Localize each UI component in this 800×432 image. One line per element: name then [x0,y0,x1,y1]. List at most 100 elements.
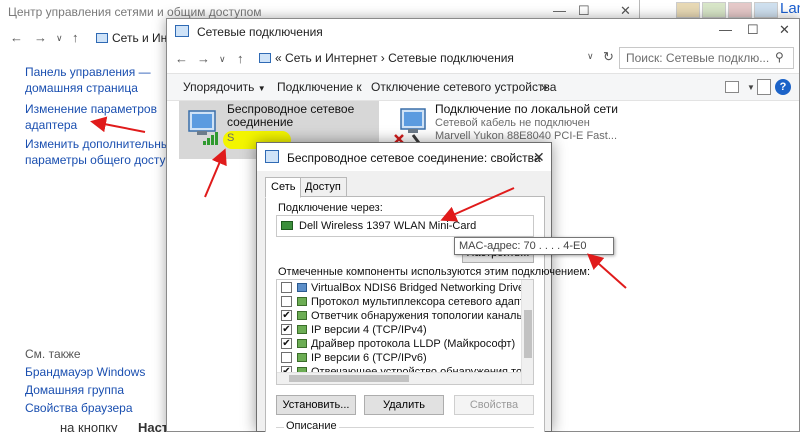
up-arrow-icon[interactable]: ↑ [237,51,244,66]
sidebar-link-adapter-line1[interactable]: Изменение параметров [25,101,157,117]
component-label: Протокол мультиплексора сетевого адаптер… [311,296,533,308]
protocol-icon [297,339,307,348]
landing-link[interactable]: Landing [780,0,800,17]
disable-device-button[interactable]: Отключение сетевого устройства [371,80,556,94]
forward-arrow-icon[interactable]: → [197,51,210,66]
list-item[interactable]: ✔ Драйвер протокола LLDP (Майкрософт) [281,337,521,351]
components-list[interactable]: VirtualBox NDIS6 Bridged Networking Driv… [276,279,534,385]
component-label: VirtualBox NDIS6 Bridged Networking Driv… [311,282,528,294]
thumbnail-2[interactable] [702,2,726,18]
scrollbar-thumb[interactable] [289,375,409,382]
properties-button[interactable]: Свойства [454,395,534,415]
connect-to-button[interactable]: Подключение к [277,80,362,94]
help-icon[interactable]: ? [775,79,791,95]
network-folder-icon [175,25,189,37]
adapter-field: Dell Wireless 1397 WLAN Mini-Card [276,215,534,237]
dropdown-arrow-icon: ▼ [257,84,266,93]
vertical-scrollbar[interactable] [521,280,533,384]
component-checkbox[interactable] [281,282,292,293]
network-driver-icon [297,283,307,292]
list-item[interactable]: Протокол мультиплексора сетевого адаптер… [281,295,533,309]
description-label: Описание [284,420,339,432]
back-arrow-icon[interactable]: ← [10,30,23,45]
adapter-name: Dell Wireless 1397 WLAN Mini-Card [299,220,477,232]
breadcrumb-current[interactable]: Сетевые подключения [388,51,514,65]
sidebar-link-home-line2[interactable]: домашняя страница [25,80,138,96]
chevron-down-icon[interactable]: ∨ [56,33,63,44]
breadcrumb-parent[interactable]: Сеть и Интернет [285,51,377,65]
preview-pane-icon[interactable] [757,79,771,95]
close-icon[interactable]: ✕ [779,22,790,38]
component-checkbox[interactable] [281,352,292,363]
maximize-icon[interactable]: ☐ [578,3,590,19]
refresh-icon[interactable]: ↻ [603,49,614,65]
close-icon[interactable]: ✕ [533,149,545,166]
horizontal-scrollbar[interactable] [277,372,521,384]
sidebar-link-sharing-line1[interactable]: Изменить дополнительные [25,136,176,152]
close-icon[interactable]: ✕ [620,3,631,19]
thumbnail-3[interactable] [728,2,752,18]
wireless-adapter-icon [188,110,218,145]
network-tab-panel: Подключение через: Dell Wireless 1397 WL… [265,196,590,432]
forward-arrow-icon[interactable]: → [34,30,47,45]
component-checkbox[interactable]: ✔ [281,310,292,321]
search-icon[interactable]: ⚲ [775,50,784,64]
chevron-down-icon[interactable]: ∨ [219,54,226,65]
see-also-firewall-link[interactable]: Брандмауэр Windows [25,364,145,380]
scrollbar-thumb[interactable] [524,310,532,358]
connection-status: S [227,132,235,144]
mac-address-tooltip: MAC-адрес: 70 . . . . 4-E0 [454,237,614,255]
title-bar[interactable]: Сетевые подключения — ☐ ✕ [167,19,799,45]
component-label: Драйвер протокола LLDP (Майкрософт) [311,338,516,350]
protocol-icon [297,325,307,334]
components-label: Отмеченные компоненты используются этим … [278,266,591,278]
tab-network[interactable]: Сеть [265,177,302,198]
thumbnail-4[interactable] [754,2,778,18]
back-arrow-icon[interactable]: ← [175,51,188,66]
connection-status: Сетевой кабель не подключен [435,117,590,129]
list-item[interactable]: ✔ IP версии 4 (TCP/IPv4) [281,323,521,337]
article-text-b: Наст [138,420,169,432]
more-commands-button[interactable]: » [541,80,548,94]
see-also-browser-properties-link[interactable]: Свойства браузера [25,400,133,416]
window-title: Сетевые подключения [197,25,323,39]
breadcrumb-dropdown-icon[interactable]: ∨ [587,51,594,62]
navigation-bar: ← → ∨ ↑ « Сеть и Интернет › Сетевые подк… [167,45,799,73]
minimize-icon[interactable]: — [553,3,566,18]
list-item[interactable]: IP версии 6 (TCP/IPv6) [281,351,521,365]
sidebar-link-sharing-line2[interactable]: параметры общего доступа [25,152,179,168]
breadcrumb-separator: › [380,51,385,65]
list-item[interactable]: ✔ Ответчик обнаружения топологии канальн… [281,309,533,323]
component-checkbox[interactable]: ✔ [281,324,292,335]
control-panel-icon [96,33,108,43]
see-also-homegroup-link[interactable]: Домашняя группа [25,382,124,398]
view-dropdown-icon[interactable]: ▼ [747,83,755,92]
list-item[interactable]: VirtualBox NDIS6 Bridged Networking Driv… [281,281,528,295]
control-panel-icon [259,53,271,63]
window-title: Центр управления сетями и общим доступом [8,5,262,19]
command-bar: Упорядочить ▼ Подключение к Отключение с… [167,73,799,101]
search-input[interactable] [619,47,794,69]
component-checkbox[interactable]: ✔ [281,338,292,349]
network-adapter-icon [281,221,293,230]
connection-name-line2: соединение [227,115,294,129]
install-button[interactable]: Установить... [276,395,356,415]
breadcrumb[interactable]: « Сеть и Интернет › Сетевые подключения [259,51,514,65]
article-text-a: на кнопку [60,420,118,432]
breadcrumb-root[interactable]: « [275,51,282,65]
up-arrow-icon[interactable]: ↑ [72,30,79,45]
component-checkbox[interactable] [281,296,292,307]
dialog-title-bar[interactable]: Беспроводное сетевое соединение: свойств… [257,143,551,171]
view-options-icon[interactable] [725,81,739,93]
organize-button[interactable]: Упорядочить ▼ [183,80,266,94]
see-also-heading: См. также [25,347,81,361]
protocol-icon [297,353,307,362]
sidebar-link-adapter-line2[interactable]: адаптера [25,117,77,133]
maximize-icon[interactable]: ☐ [747,22,759,38]
network-connection-icon [265,150,279,163]
tab-sharing[interactable]: Доступ [299,177,347,197]
sidebar-link-home-line1[interactable]: Панель управления — [25,64,151,80]
minimize-icon[interactable]: — [719,22,732,37]
remove-button[interactable]: Удалить [364,395,444,415]
thumbnail-1[interactable] [676,2,700,18]
